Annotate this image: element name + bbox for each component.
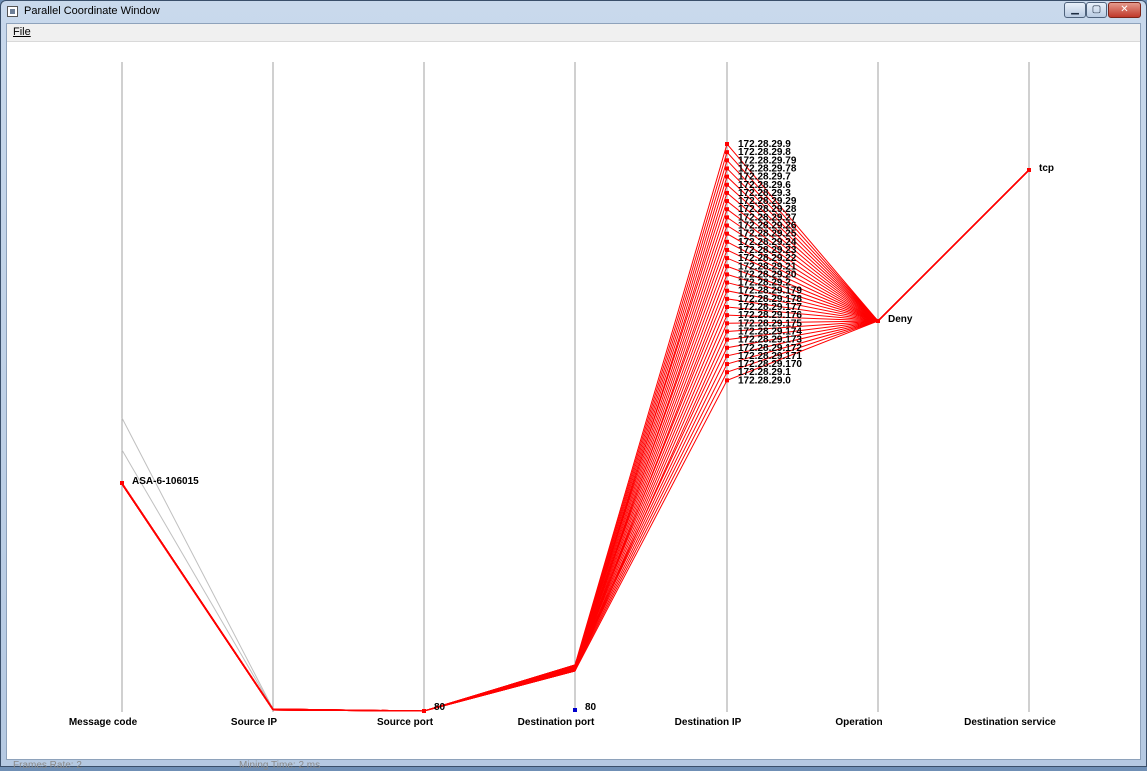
- destination-ip-node: [725, 174, 729, 179]
- destination-port-value: 80: [585, 702, 597, 713]
- destination-ip-node: [725, 272, 729, 277]
- destination-service-node: [1027, 168, 1031, 172]
- destination-ip-node: [725, 337, 729, 342]
- axis-title-message-code: Message code: [69, 717, 138, 728]
- minimize-button[interactable]: ▁: [1064, 2, 1086, 18]
- destination-ip-node: [725, 231, 729, 236]
- inactive-record-line: [121, 417, 274, 710]
- close-button[interactable]: ✕: [1108, 2, 1141, 18]
- destination-ip-node: [725, 158, 729, 163]
- destination-ip-node: [725, 305, 729, 309]
- destination-ip-node: [725, 329, 729, 334]
- axis-title-source-ip: Source IP: [231, 717, 277, 728]
- destination-ip-node: [725, 313, 729, 318]
- title-bar[interactable]: Parallel Coordinate Window ▁ ▢ ✕: [1, 1, 1146, 23]
- destination-ip-node: [725, 199, 729, 204]
- operation-value: Deny: [888, 314, 913, 325]
- destination-ip-node: [725, 362, 729, 367]
- destination-ip-node: [725, 247, 729, 252]
- destination-ip-node: [725, 182, 729, 187]
- axis-title-destination-service: Destination service: [964, 717, 1056, 728]
- inactive-record-line: [121, 449, 274, 710]
- destination-ip-node: [725, 190, 729, 195]
- destination-port-node: [573, 708, 577, 712]
- message-code-node: [120, 481, 124, 485]
- parallel-coordinates-plot[interactable]: Message code Source IP Source port Destinat…: [7, 24, 1140, 759]
- destination-ip-node: [725, 280, 729, 285]
- destination-ip-node: [725, 378, 729, 383]
- application-window: Parallel Coordinate Window ▁ ▢ ✕ File Me…: [0, 0, 1147, 771]
- axis-title-destination-port: Destination port: [518, 717, 595, 728]
- source-port-node: [422, 709, 426, 713]
- app-icon[interactable]: [7, 6, 18, 17]
- operation-node: [876, 319, 880, 323]
- destination-ip-node: [725, 239, 729, 244]
- destination-ip-node: [725, 142, 729, 146]
- destination-ip-node: [725, 296, 729, 301]
- destination-ip-node: [725, 345, 729, 350]
- destination-ip-node: [725, 353, 729, 358]
- axis-title-source-port: Source port: [377, 717, 434, 728]
- window-title: Parallel Coordinate Window: [24, 5, 160, 17]
- source-port-value: 80: [434, 702, 446, 713]
- maximize-button[interactable]: ▢: [1086, 2, 1107, 18]
- message-code-value: ASA-6-106015: [132, 476, 199, 487]
- destination-service-value: tcp: [1039, 163, 1054, 174]
- destination-ip-node: [725, 207, 729, 212]
- destination-ip-node: [725, 321, 729, 326]
- client-area: File Message code Source IP Source port Des…: [6, 23, 1141, 771]
- frames-rate-status: Frames Rate: 2: [13, 760, 82, 771]
- destination-ip-node: [725, 370, 729, 375]
- destination-ip-node: [725, 256, 729, 261]
- destination-ip-node: [725, 264, 729, 269]
- axis-title-operation: Operation: [835, 717, 882, 728]
- destination-ip-node: [725, 166, 729, 171]
- destination-ip-node: [725, 288, 729, 293]
- destination-ip-value: 172.28.29.0: [738, 375, 791, 386]
- mining-time-status: Mining Time: 2 ms: [239, 760, 321, 771]
- axis-title-destination-ip: Destination IP: [675, 717, 742, 728]
- destination-ip-node: [725, 215, 729, 220]
- destination-ip-node: [725, 150, 729, 155]
- destination-ip-node: [725, 223, 729, 228]
